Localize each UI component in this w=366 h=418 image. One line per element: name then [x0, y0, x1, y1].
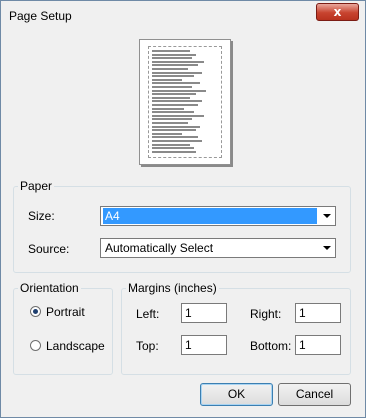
preview-text-line	[152, 150, 196, 153]
close-button[interactable]: x	[316, 3, 359, 21]
page-setup-dialog: Page Setup x Paper Size: A4 Source: Auto…	[0, 0, 366, 418]
margins-group: Margins (inches)	[121, 281, 351, 375]
chevron-down-icon[interactable]	[319, 208, 334, 224]
landscape-radio[interactable]	[30, 340, 41, 351]
paper-group-legend: Paper	[20, 179, 53, 193]
preview-text-line	[152, 107, 184, 110]
preview-text-line	[152, 93, 196, 96]
portrait-label[interactable]: Portrait	[46, 305, 85, 319]
preview-text-line	[152, 129, 196, 132]
source-select[interactable]: Automatically Select	[100, 238, 336, 258]
chevron-down-icon[interactable]	[319, 240, 334, 256]
preview-text-line	[152, 60, 204, 63]
preview-text-line	[152, 132, 182, 135]
preview-text-line	[152, 114, 204, 117]
landscape-label[interactable]: Landscape	[46, 339, 105, 353]
portrait-radio[interactable]	[30, 306, 41, 317]
orientation-group-legend: Orientation	[20, 281, 79, 295]
preview-text-line	[152, 104, 198, 106]
preview-text-line	[152, 82, 200, 85]
preview-text-line	[152, 140, 202, 142]
preview-text-line	[152, 125, 200, 128]
preview-text-line	[152, 68, 188, 70]
preview-text-line	[152, 86, 192, 88]
top-margin-label: Top:	[136, 339, 159, 353]
preview-text-line	[152, 118, 192, 121]
page-preview	[139, 39, 231, 165]
orientation-group: Orientation	[13, 281, 113, 375]
preview-text-line	[152, 75, 194, 78]
preview-text-line	[152, 71, 202, 74]
paper-group: Paper	[13, 179, 351, 273]
source-select-value: Automatically Select	[105, 241, 214, 255]
preview-text-line	[152, 111, 194, 114]
preview-text-line	[152, 100, 202, 103]
ok-button[interactable]: OK	[200, 383, 273, 406]
preview-text-line	[152, 89, 206, 92]
right-margin-input[interactable]: 1	[295, 303, 341, 323]
preview-text-line	[152, 96, 190, 99]
margins-group-legend: Margins (inches)	[128, 281, 217, 295]
preview-text-line	[152, 53, 196, 56]
size-label: Size:	[28, 209, 55, 223]
window-title: Page Setup	[9, 9, 72, 23]
preview-text-line	[152, 143, 190, 146]
bottom-margin-label: Bottom:	[250, 339, 292, 353]
preview-text-line	[152, 136, 198, 139]
left-margin-label: Left:	[136, 307, 160, 321]
preview-text-line	[152, 78, 182, 81]
preview-text-line	[152, 50, 190, 52]
preview-text-line	[152, 64, 198, 67]
preview-text-line	[152, 57, 192, 60]
preview-text-line	[152, 147, 194, 150]
size-select[interactable]: A4	[100, 206, 336, 226]
close-icon: x	[333, 5, 342, 19]
cancel-button[interactable]: Cancel	[278, 383, 351, 406]
right-margin-label: Right:	[250, 307, 282, 321]
title-bar: Page Setup x	[1, 1, 365, 31]
left-margin-input[interactable]: 1	[181, 303, 227, 323]
top-margin-input[interactable]: 1	[181, 335, 227, 355]
source-label: Source:	[28, 242, 70, 256]
preview-text-line	[152, 122, 188, 124]
bottom-margin-input[interactable]: 1	[295, 335, 341, 355]
size-select-value: A4	[103, 208, 317, 224]
